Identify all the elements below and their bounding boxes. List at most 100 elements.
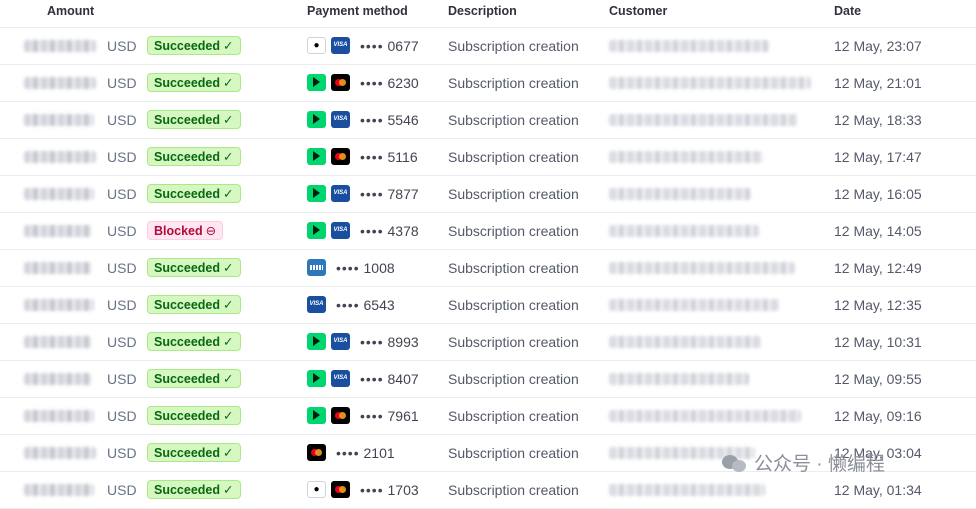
table-row[interactable]: USD Succeeded ✓ VISA •••• 6543 Subscription c… [0, 287, 976, 324]
table-row[interactable]: USD Succeeded ✓ •••• 6230 Subscription creat… [0, 65, 976, 102]
customer-email-redacted[interactable] [609, 151, 763, 163]
card-number: •••• 0677 [360, 38, 419, 54]
amount-value-redacted [24, 299, 94, 311]
payment-description: Subscription creation [448, 445, 579, 461]
customer-email-redacted[interactable] [609, 225, 759, 237]
card-mask-dots: •••• [360, 334, 384, 350]
table-row[interactable]: USD Succeeded ✓ VISA •••• 8407 Subscription c… [0, 361, 976, 398]
column-header-description[interactable]: Description [448, 4, 517, 18]
visa-icon: VISA [331, 185, 350, 202]
card-mask-dots: •••• [360, 112, 384, 128]
currency-code: USD [107, 149, 137, 165]
column-header-payment-method[interactable]: Payment method [307, 4, 408, 18]
checkmark-icon: ✓ [223, 372, 234, 386]
card-number: •••• 1008 [336, 260, 395, 276]
card-number: •••• 6230 [360, 75, 419, 91]
payment-description: Subscription creation [448, 482, 579, 498]
card-number: •••• 6543 [336, 297, 395, 313]
status-label: Succeeded [154, 113, 221, 127]
card-last4: 0677 [387, 38, 419, 54]
card-number: •••• 2101 [336, 445, 395, 461]
link-icon [307, 185, 326, 202]
currency-code: USD [107, 223, 137, 239]
status-label: Succeeded [154, 39, 221, 53]
card-last4: 1703 [387, 482, 419, 498]
payment-description: Subscription creation [448, 38, 579, 54]
amount-value-redacted [24, 373, 92, 385]
customer-email-redacted[interactable] [609, 410, 801, 422]
card-number: •••• 7877 [360, 186, 419, 202]
card-last4: 6230 [387, 75, 419, 91]
card-last4: 7877 [387, 186, 419, 202]
card-last4: 8993 [387, 334, 419, 350]
payment-date: 12 May, 17:47 [834, 149, 922, 165]
card-number: •••• 7961 [360, 408, 419, 424]
checkmark-icon: ✓ [223, 113, 234, 127]
amount-value-redacted [24, 262, 92, 274]
currency-code: USD [107, 445, 137, 461]
status-label: Succeeded [154, 150, 221, 164]
visa-icon: VISA [331, 111, 350, 128]
customer-email-redacted[interactable] [609, 188, 751, 200]
customer-email-redacted[interactable] [609, 299, 779, 311]
column-header-customer[interactable]: Customer [609, 4, 667, 18]
column-header-date[interactable]: Date [834, 4, 861, 18]
customer-email-redacted[interactable] [609, 40, 769, 52]
status-badge: Succeeded ✓ [147, 110, 241, 129]
customer-email-redacted[interactable] [609, 77, 811, 89]
amount-value-redacted [24, 410, 94, 422]
currency-code: USD [107, 260, 137, 276]
table-row[interactable]: USD Succeeded ✓ VISA •••• 5546 Subscription c… [0, 102, 976, 139]
status-badge: Succeeded ✓ [147, 184, 241, 203]
currency-code: USD [107, 371, 137, 387]
visa-icon: VISA [307, 296, 326, 313]
payment-date: 12 May, 14:05 [834, 223, 922, 239]
link-icon [307, 333, 326, 350]
currency-code: USD [107, 186, 137, 202]
apple-pay-icon: ● [307, 481, 326, 498]
card-number: •••• 8993 [360, 334, 419, 350]
status-label: Succeeded [154, 76, 221, 90]
status-label: Blocked [154, 224, 203, 238]
amount-value-redacted [24, 40, 96, 52]
payment-date: 12 May, 09:16 [834, 408, 922, 424]
status-label: Succeeded [154, 446, 221, 460]
table-row[interactable]: USD Succeeded ✓ VISA •••• 7877 Subscription c… [0, 176, 976, 213]
payment-date: 12 May, 09:55 [834, 371, 922, 387]
watermark: 公众号 · 懒编程 [722, 449, 885, 476]
status-badge: Succeeded ✓ [147, 295, 241, 314]
table-row[interactable]: USD Succeeded ✓ •••• 5116 Subscription creat… [0, 139, 976, 176]
table-row[interactable]: USD Succeeded ✓ •••• 1008 Subscription creat… [0, 250, 976, 287]
table-row[interactable]: USD Blocked ⊖ VISA •••• 4378 Subscription cre… [0, 213, 976, 250]
link-icon [307, 148, 326, 165]
link-icon [307, 111, 326, 128]
mastercard-icon [331, 407, 350, 424]
status-badge: Succeeded ✓ [147, 332, 241, 351]
customer-email-redacted[interactable] [609, 114, 797, 126]
customer-email-redacted[interactable] [609, 484, 765, 496]
payment-description: Subscription creation [448, 334, 579, 350]
table-row[interactable]: USD Succeeded ✓ ● •••• 1703 Subscription crea… [0, 472, 976, 509]
customer-email-redacted[interactable] [609, 262, 795, 274]
card-last4: 6543 [363, 297, 395, 313]
amex-icon [307, 259, 326, 276]
currency-code: USD [107, 112, 137, 128]
table-row[interactable]: USD Succeeded ✓ •••• 7961 Subscription creat… [0, 398, 976, 435]
status-label: Succeeded [154, 409, 221, 423]
card-mask-dots: •••• [360, 149, 384, 165]
visa-icon: VISA [331, 333, 350, 350]
customer-email-redacted[interactable] [609, 373, 749, 385]
column-header-amount[interactable]: Amount [47, 4, 94, 18]
card-mask-dots: •••• [360, 371, 384, 387]
table-row[interactable]: USD Succeeded ✓ VISA •••• 8993 Subscription c… [0, 324, 976, 361]
card-mask-dots: •••• [336, 297, 360, 313]
payment-date: 12 May, 12:35 [834, 297, 922, 313]
amount-value-redacted [24, 77, 96, 89]
table-row[interactable]: USD Succeeded ✓ ● VISA •••• 0677 Subscription … [0, 28, 976, 65]
blocked-icon: ⊖ [205, 224, 217, 238]
checkmark-icon: ✓ [223, 39, 234, 53]
customer-email-redacted[interactable] [609, 336, 761, 348]
checkmark-icon: ✓ [223, 409, 234, 423]
status-label: Succeeded [154, 372, 221, 386]
currency-code: USD [107, 482, 137, 498]
